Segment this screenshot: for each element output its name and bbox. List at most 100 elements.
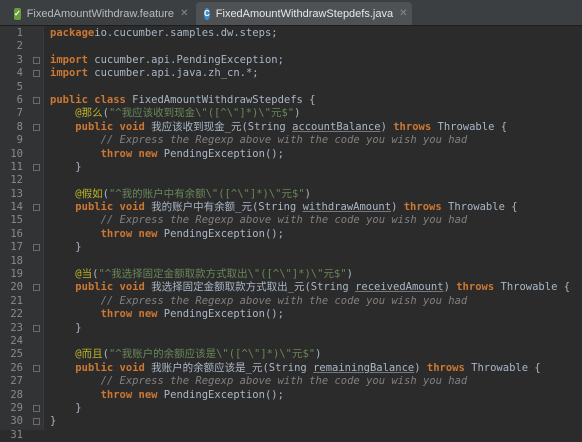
code-line[interactable]: public void 我的账户中有余额_元(String withdrawAm… bbox=[44, 201, 582, 214]
annotation-token: @假如 bbox=[75, 187, 103, 200]
parameter-token: withdrawAmount bbox=[302, 201, 392, 214]
code-token: 我的账户中有余额_元(String bbox=[144, 201, 303, 214]
parameter-token: receivedAmount bbox=[355, 281, 444, 294]
line-number: 10 bbox=[10, 147, 23, 160]
code-line[interactable]: throw new PendingException(); bbox=[44, 228, 582, 241]
close-icon[interactable]: ✕ bbox=[180, 8, 188, 19]
fold-marker-icon[interactable] bbox=[33, 404, 40, 412]
line-number: 7 bbox=[16, 107, 23, 120]
annotation-token: @那么 bbox=[75, 107, 103, 120]
fold-marker-icon[interactable] bbox=[33, 204, 40, 212]
code-line[interactable]: packageio.cucumber.samples.dw.steps; bbox=[44, 27, 582, 40]
line-number: 9 bbox=[16, 134, 23, 147]
line-number: 13 bbox=[10, 187, 23, 200]
fold-marker-icon[interactable] bbox=[33, 324, 40, 332]
fold-marker-icon[interactable] bbox=[33, 244, 40, 252]
keyword-token: import bbox=[50, 53, 88, 66]
code-line[interactable]: public void 我账户的余额应该是_元(String remaining… bbox=[44, 362, 582, 375]
close-icon[interactable]: ✕ bbox=[399, 8, 407, 19]
code-token: ) bbox=[391, 201, 404, 214]
editor-tab-bar: ✓ FixedAmountWithdraw.feature ✕ C FixedA… bbox=[0, 0, 582, 26]
code-line[interactable]: throw new PendingException(); bbox=[44, 308, 582, 321]
code-token: PendingException(); bbox=[157, 227, 284, 240]
code-line[interactable]: } bbox=[44, 402, 582, 415]
code-line[interactable] bbox=[44, 174, 582, 187]
code-area[interactable]: packageio.cucumber.samples.dw.steps; impo… bbox=[44, 26, 582, 430]
line-number: 5 bbox=[16, 80, 23, 93]
code-line[interactable]: throw new PendingException(); bbox=[44, 148, 582, 161]
keyword-token: throws bbox=[403, 201, 442, 214]
line-number: 17 bbox=[0, 241, 43, 254]
line-number: 3 bbox=[0, 54, 43, 67]
code-line[interactable]: import cucumber.api.java.zh_cn.*; bbox=[44, 67, 582, 80]
code-token: } bbox=[50, 401, 82, 414]
code-line[interactable]: } bbox=[44, 415, 582, 428]
line-number: 1 bbox=[16, 27, 23, 39]
fold-marker-icon[interactable] bbox=[33, 284, 40, 292]
string-token: "^我账户的余额应该是\"([^\"]*)\"元$" bbox=[108, 348, 316, 361]
fold-marker-icon[interactable] bbox=[33, 418, 40, 426]
code-line[interactable]: } bbox=[44, 322, 582, 335]
code-line[interactable] bbox=[44, 335, 582, 348]
code-line[interactable]: import cucumber.api.PendingException; bbox=[44, 54, 582, 67]
code-line[interactable]: // Express the Regexp above with the cod… bbox=[44, 375, 582, 388]
code-token: } bbox=[50, 321, 82, 334]
fold-marker-icon[interactable] bbox=[33, 56, 40, 64]
line-number: 26 bbox=[0, 362, 43, 375]
tab-feature-file[interactable]: ✓ FixedAmountWithdraw.feature ✕ bbox=[6, 2, 190, 25]
code-line[interactable]: public void 我选择固定金额取款方式取出_元(String recei… bbox=[44, 281, 582, 294]
fold-marker-icon[interactable] bbox=[33, 70, 40, 78]
keyword-token: import bbox=[50, 67, 88, 80]
code-line[interactable]: @假如("^我的账户中有余额\"([^\"]*)\"元$") bbox=[44, 188, 582, 201]
code-token: ) bbox=[315, 348, 322, 361]
keyword-token: package bbox=[50, 27, 95, 39]
code-token: FixedAmountWithdrawStepdefs { bbox=[125, 93, 316, 106]
fold-marker-icon[interactable] bbox=[33, 96, 40, 104]
annotation-token: @而且 bbox=[75, 348, 103, 361]
code-line[interactable]: // Express the Regexp above with the cod… bbox=[44, 214, 582, 227]
code-line[interactable] bbox=[44, 255, 582, 268]
line-number: 11 bbox=[0, 161, 43, 174]
comment-token: // Express the Regexp above with the cod… bbox=[50, 294, 468, 307]
string-token: "^我选择固定金额取款方式取出\"([^\"]*)\"元$" bbox=[98, 268, 347, 281]
parameter-token: accountBalance bbox=[292, 120, 381, 133]
fold-marker-icon[interactable] bbox=[33, 123, 40, 131]
code-line[interactable]: @那么("^我应该收到现金\"([^\"]*)\"元$") bbox=[44, 107, 582, 120]
line-number: 22 bbox=[10, 308, 23, 321]
line-number: 23 bbox=[0, 322, 43, 335]
code-line[interactable]: // Express the Regexp above with the cod… bbox=[44, 295, 582, 308]
java-class-icon: C bbox=[204, 7, 210, 20]
line-number: 27 bbox=[10, 375, 23, 388]
code-line[interactable]: public class FixedAmountWithdrawStepdefs… bbox=[44, 94, 582, 107]
parameter-token: remainingBalance bbox=[313, 361, 415, 374]
code-line[interactable] bbox=[44, 40, 582, 53]
code-line[interactable]: @而且("^我账户的余额应该是\"([^\"]*)\"元$") bbox=[44, 348, 582, 361]
code-token: Throwable { bbox=[441, 201, 518, 214]
keyword-token: throw new bbox=[100, 388, 158, 401]
code-token: ) bbox=[443, 281, 457, 294]
code-token: ) bbox=[380, 120, 394, 133]
line-number-gutter: 1 2 3 4 5 6 7 8 9 10 11 12 13 14 15 16 17 18 19 20 21 22 23 24 2… bbox=[0, 26, 44, 441]
code-line[interactable]: public void 我应该收到现金_元(String accountBala… bbox=[44, 121, 582, 134]
code-token: 我应该收到现金_元(String bbox=[144, 120, 293, 133]
code-editor[interactable]: 1 2 3 4 5 6 7 8 9 10 11 12 13 14 15 16 17 18 19 20 21 22 23 24 2… bbox=[0, 26, 582, 441]
code-line[interactable]: } bbox=[44, 161, 582, 174]
tab-java-file[interactable]: C FixedAmountWithdrawStepdefs.java ✕ bbox=[196, 2, 412, 25]
fold-marker-icon[interactable] bbox=[33, 364, 40, 372]
code-line[interactable]: } bbox=[44, 241, 582, 254]
code-line[interactable]: throw new PendingException(); bbox=[44, 389, 582, 402]
line-number: 4 bbox=[0, 67, 43, 80]
code-line[interactable]: // Express the Regexp above with the cod… bbox=[44, 134, 582, 147]
code-line[interactable] bbox=[44, 81, 582, 94]
code-token: PendingException(); bbox=[157, 308, 284, 321]
code-token: ) bbox=[346, 268, 353, 281]
fold-marker-icon[interactable] bbox=[33, 163, 40, 171]
code-line[interactable]: @当("^我选择固定金额取款方式取出\"([^\"]*)\"元$") bbox=[44, 268, 582, 281]
